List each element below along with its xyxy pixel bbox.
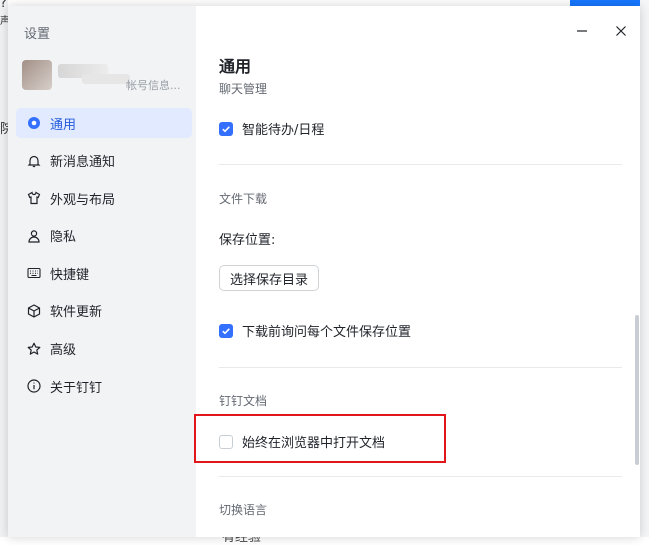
sidebar-title: 设置 [24, 27, 51, 42]
avatar [22, 60, 52, 90]
settings-content: 通用 聊天管理 智能待办/日程 文件下载 保存位置: 选择保存目录 下载前询问每… [196, 6, 640, 537]
section-label-download: 文件下载 [219, 192, 268, 206]
check-icon [222, 327, 230, 334]
profile-name-blurred [82, 74, 130, 84]
sidebar-item-label: 新消息通知 [50, 155, 116, 171]
profile-account-link[interactable]: 帐号信息... [126, 77, 181, 93]
sidebar-item-label: 隐私 [50, 230, 77, 246]
bell-icon [26, 153, 42, 169]
settings-dialog: 设置 帐号信息... 通用 新消息通知 外观与布局 隐私 快捷键 软件更新 高级… [8, 6, 640, 537]
ask-save-location-checkbox-row[interactable]: 下载前询问每个文件保存位置 [219, 321, 411, 340]
smart-todo-checkbox[interactable] [219, 121, 233, 136]
checkbox-label: 始终在浏览器中打开文档 [242, 436, 386, 451]
sidebar-item-notifications[interactable]: 新消息通知 [16, 146, 192, 176]
sidebar-item-appearance[interactable]: 外观与布局 [16, 183, 192, 213]
general-dot-icon [26, 115, 42, 131]
close-button[interactable] [613, 23, 629, 39]
settings-sidebar: 设置 帐号信息... 通用 新消息通知 外观与布局 隐私 快捷键 软件更新 高级… [8, 6, 196, 537]
sidebar-item-about[interactable]: 关于钉钉 [16, 371, 192, 401]
scrollbar-thumb[interactable] [635, 315, 639, 465]
divider [219, 164, 622, 165]
sidebar-item-label: 外观与布局 [50, 192, 116, 208]
page-title: 通用 [219, 57, 252, 76]
choose-save-directory-button[interactable]: 选择保存目录 [219, 265, 319, 291]
shirt-icon [26, 190, 42, 206]
sidebar-item-advanced[interactable]: 高级 [16, 334, 192, 364]
checkbox-label: 智能待办/日程 [242, 123, 325, 138]
sidebar-item-general[interactable]: 通用 [16, 108, 192, 138]
minimize-icon [577, 30, 587, 32]
sidebar-item-shortcuts[interactable]: 快捷键 [16, 258, 192, 288]
minimize-button[interactable] [574, 23, 590, 39]
close-icon [616, 26, 626, 36]
sidebar-item-privacy[interactable]: 隐私 [16, 221, 192, 251]
sidebar-item-label: 快捷键 [50, 267, 90, 283]
sidebar-item-label: 通用 [50, 117, 77, 133]
open-in-browser-checkbox[interactable] [219, 434, 233, 449]
divider [219, 367, 622, 368]
person-icon [26, 228, 42, 244]
divider [219, 476, 622, 477]
star-icon [26, 341, 42, 357]
checkbox-label: 下载前询问每个文件保存位置 [242, 325, 412, 340]
settings-nav: 通用 新消息通知 外观与布局 隐私 快捷键 软件更新 高级 关于钉钉 [8, 108, 196, 409]
sidebar-item-label: 关于钉钉 [50, 380, 103, 396]
cube-icon [26, 303, 42, 319]
background-glyph: ? [0, 0, 7, 11]
info-icon [26, 378, 42, 394]
smart-todo-checkbox-row[interactable]: 智能待办/日程 [219, 119, 324, 138]
open-in-browser-checkbox-row[interactable]: 始终在浏览器中打开文档 [219, 432, 385, 451]
save-location-label: 保存位置: [219, 233, 276, 248]
sidebar-item-label: 软件更新 [50, 305, 103, 321]
section-label-docs: 钉钉文档 [219, 394, 268, 408]
background-window-edge [640, 0, 649, 537]
background-window-edge [0, 0, 8, 537]
keyboard-icon [26, 265, 42, 281]
ask-save-location-checkbox[interactable] [219, 323, 233, 338]
sidebar-item-software-update[interactable]: 软件更新 [16, 296, 192, 326]
sidebar-item-label: 高级 [50, 343, 77, 359]
section-label-chat: 聊天管理 [219, 82, 268, 96]
check-icon [222, 125, 230, 132]
profile-card[interactable]: 帐号信息... [22, 56, 192, 94]
section-label-language: 切换语言 [219, 503, 268, 517]
